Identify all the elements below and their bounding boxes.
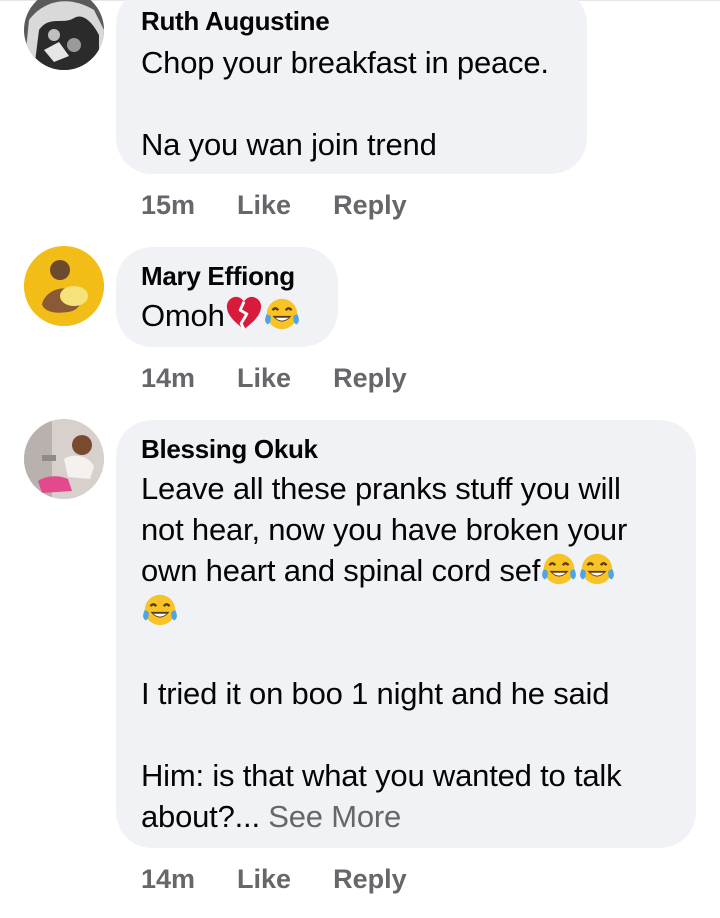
comment-text-content: Omoh <box>141 298 225 333</box>
comment-author[interactable]: Ruth Augustine <box>141 4 561 38</box>
tears-of-joy-icon <box>264 298 299 330</box>
comment-text-fragment: own heart and spinal cord sef <box>141 553 541 588</box>
avatar-image-icon <box>24 419 104 499</box>
avatar[interactable] <box>24 419 104 499</box>
comment-text-line: own heart and spinal cord sef <box>141 550 670 591</box>
tears-of-joy-icon <box>542 553 577 585</box>
comment-text: Leave all these pranks stuff you will not… <box>141 468 670 837</box>
avatar[interactable] <box>24 0 104 70</box>
comment-time[interactable]: 14m <box>141 861 195 897</box>
avatar-image-icon <box>24 0 104 70</box>
comment-actions: 14m Like Reply <box>141 360 407 396</box>
broken-heart-icon <box>226 296 261 330</box>
comment-text-line: not hear, now you have broken your <box>141 512 628 547</box>
see-more-link[interactable]: See More <box>260 799 401 834</box>
comment-text-line: Leave all these pranks stuff you will <box>141 471 621 506</box>
like-button[interactable]: Like <box>237 187 291 223</box>
comment-actions: 15m Like Reply <box>141 187 407 223</box>
comment-time[interactable]: 15m <box>141 187 195 223</box>
tears-of-joy-icon <box>580 553 615 585</box>
avatar[interactable] <box>24 246 104 326</box>
like-button[interactable]: Like <box>237 861 291 897</box>
tears-of-joy-icon <box>143 594 177 626</box>
comment-text-spacer: ​ <box>141 632 670 673</box>
comment-time[interactable]: 14m <box>141 360 195 396</box>
comment-bubble: Ruth Augustine Chop your breakfast in pe… <box>116 0 587 174</box>
comment-text: Omoh <box>141 295 312 336</box>
like-button[interactable]: Like <box>237 360 291 396</box>
comment-author[interactable]: Mary Effiong <box>141 259 312 293</box>
reply-button[interactable]: Reply <box>333 861 407 897</box>
comment-bubble: Blessing Okuk Leave all these pranks stu… <box>116 420 696 848</box>
reply-button[interactable]: Reply <box>333 360 407 396</box>
reply-button[interactable]: Reply <box>333 187 407 223</box>
comment-text: Chop your breakfast in peace. Na you wan… <box>141 45 549 162</box>
comment-author[interactable]: Blessing Okuk <box>141 432 670 466</box>
comment-bubble: Mary Effiong Omoh <box>116 247 338 347</box>
avatar-image-icon <box>24 246 104 326</box>
comment-actions: 14m Like Reply <box>141 861 407 897</box>
comment-text-line <box>141 591 670 632</box>
